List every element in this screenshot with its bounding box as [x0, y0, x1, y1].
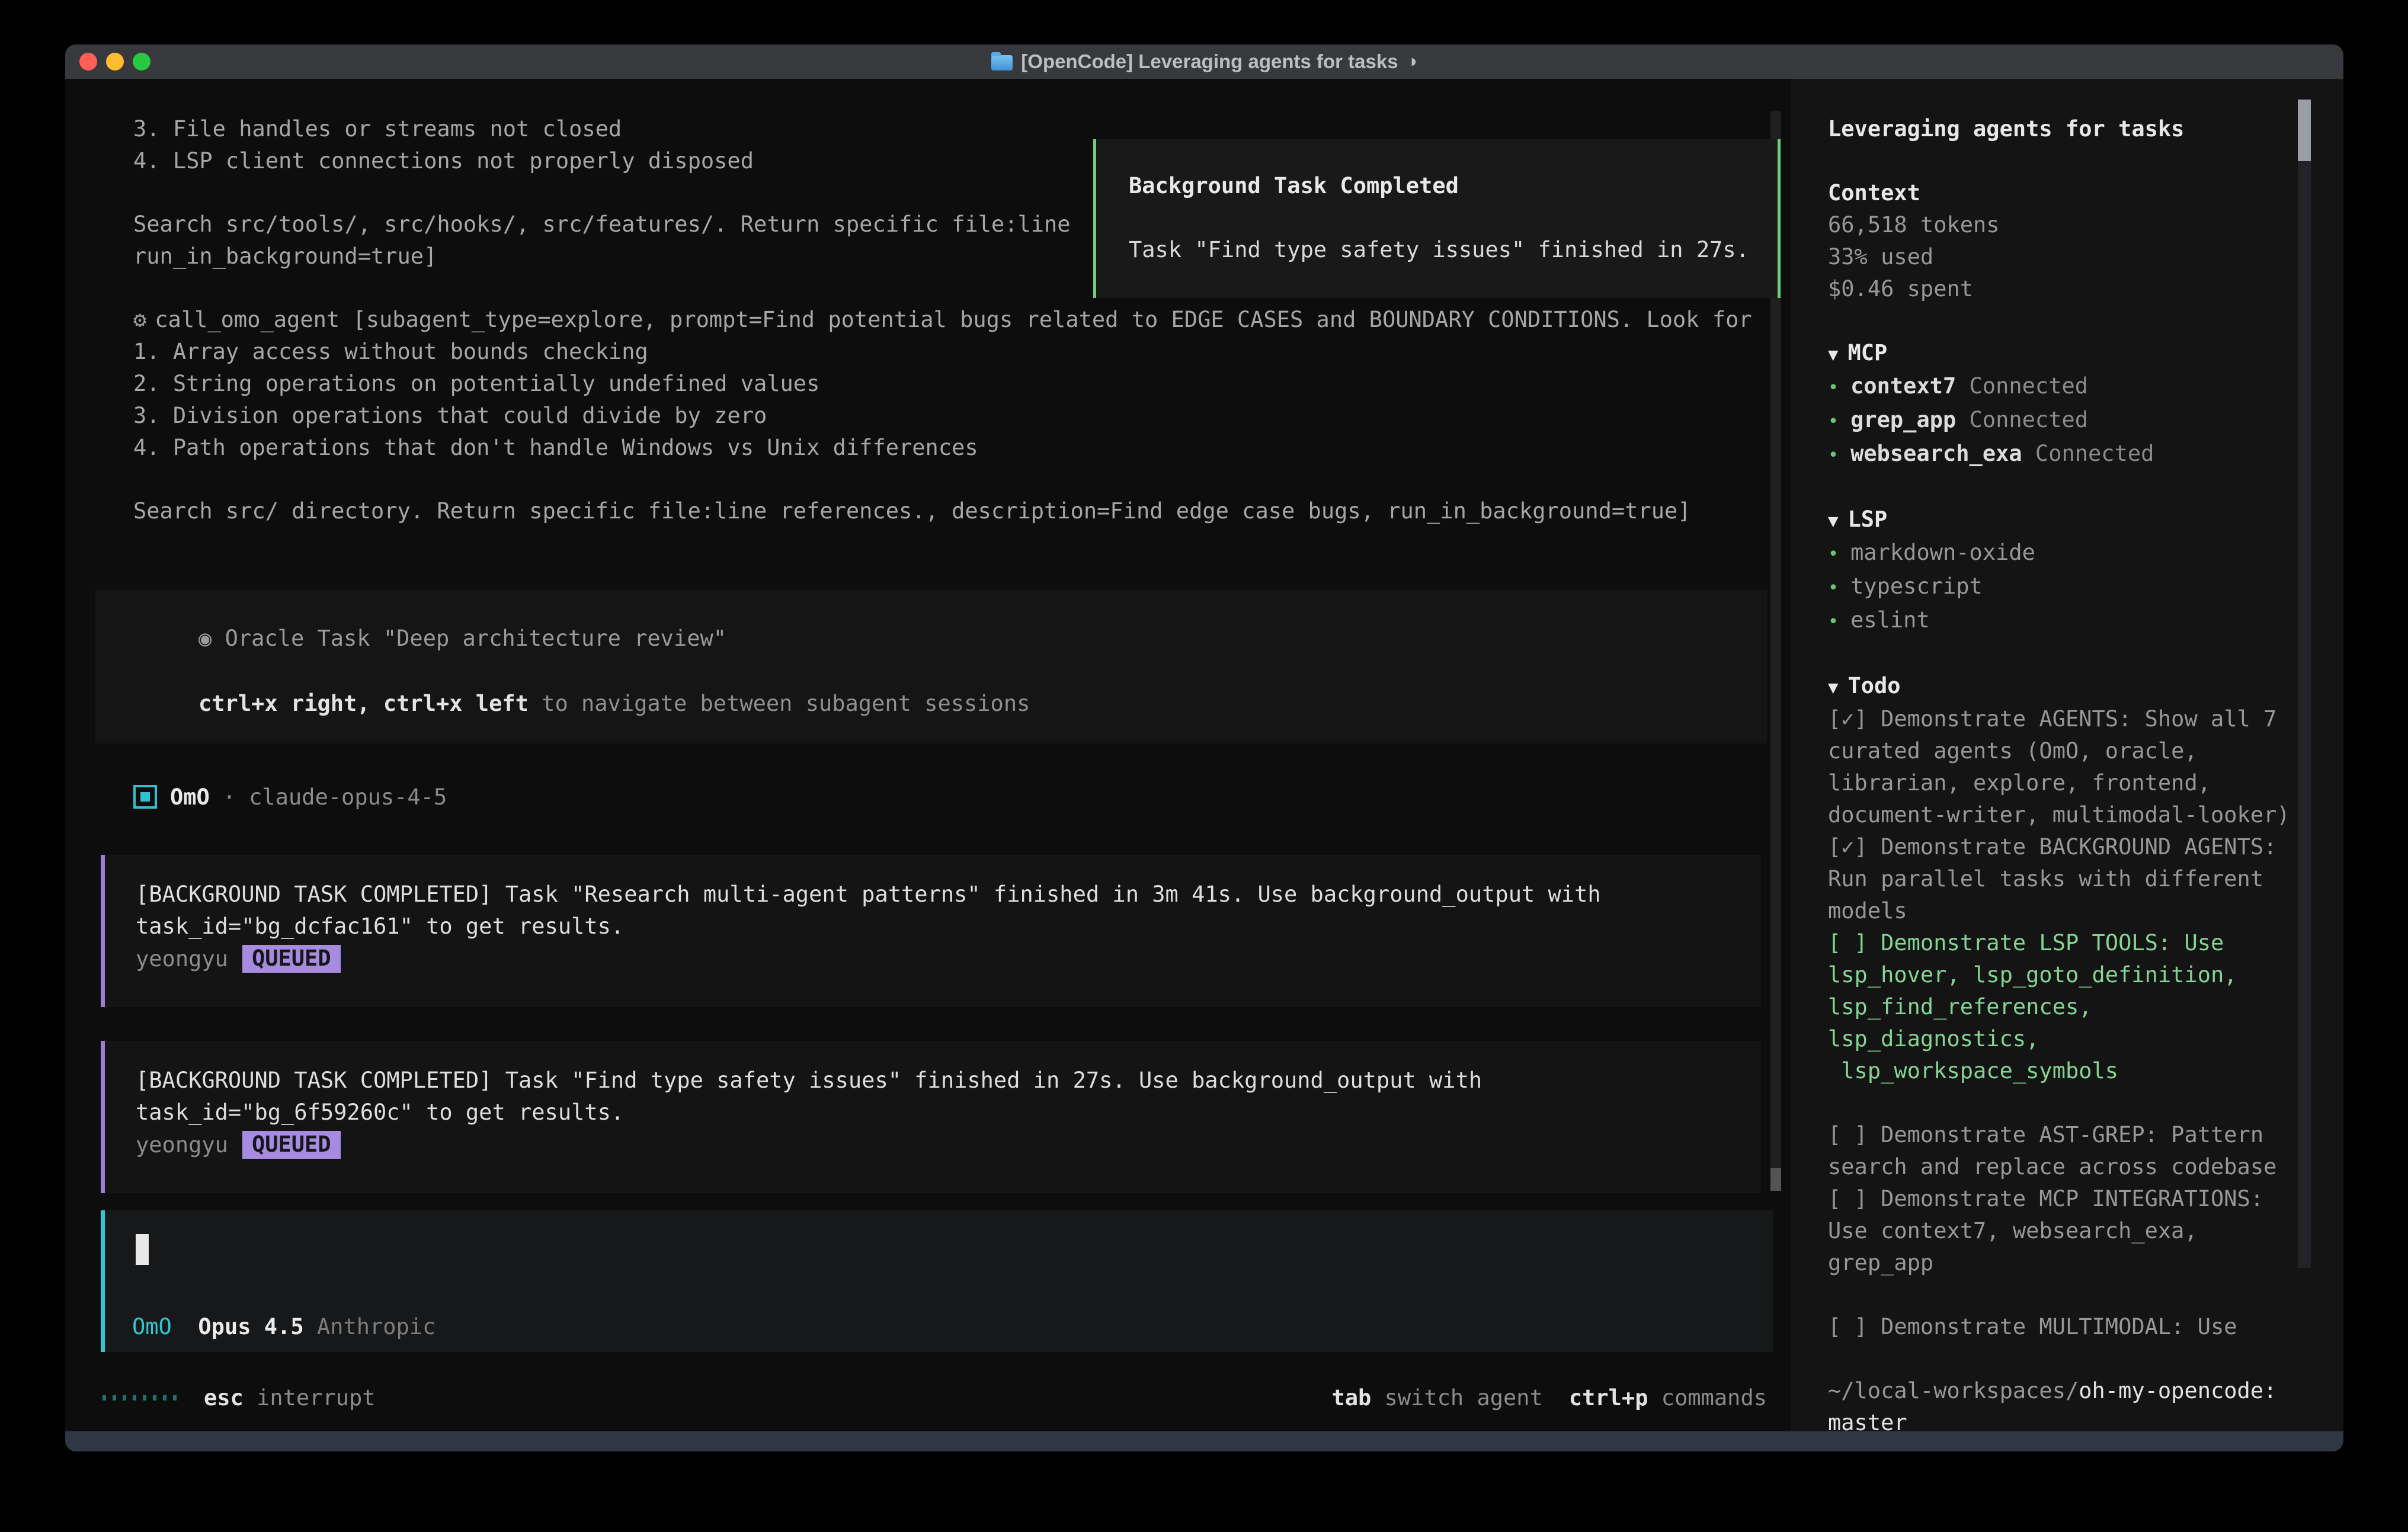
ctrlp-key-hint: ctrl+p	[1569, 1385, 1648, 1411]
todo-item-pending: [ ] Demonstrate MCP INTEGRATIONS: Use co…	[1828, 1183, 2315, 1279]
mcp-item: •context7 Connected	[1828, 370, 2315, 404]
todo-item-done: [✓] Demonstrate BACKGROUND AGENTS: Run p…	[1828, 831, 2315, 927]
tool-call-line: ⚙ call_omo_agent [subagent_type=explore, …	[133, 304, 1752, 336]
scrollback-line: 3. File handles or streams not closed	[133, 113, 622, 145]
tool-call-arg-line: Search src/ directory. Return specific f…	[133, 495, 1691, 527]
input-agent-name: OmO	[132, 1314, 172, 1339]
tool-call-arg-line: 2. String operations on potentially unde…	[133, 368, 819, 400]
background-task-toast: Background Task Completed Task "Find typ…	[1093, 139, 1781, 298]
esc-key-label: interrupt	[244, 1385, 376, 1411]
folder-icon	[991, 55, 1013, 70]
fisheye-icon: ◉	[198, 626, 212, 651]
message-author: yeongyu	[136, 1132, 228, 1158]
oracle-task-title: ◉ Oracle Task "Deep architecture review"	[198, 623, 726, 655]
message-line: [BACKGROUND TASK COMPLETED] Task "Resear…	[136, 879, 1601, 911]
tool-call-text: call_omo_agent [subagent_type=explore, p…	[155, 307, 1751, 332]
context-used: 33% used	[1828, 241, 2315, 273]
separator: ·	[223, 784, 236, 810]
tab-key-label: switch agent	[1371, 1385, 1543, 1411]
agent-name: OmO	[170, 784, 210, 810]
sidebar-scrollbar-thumb[interactable]	[2298, 100, 2311, 161]
scrollback-line: Search src/tools/, src/hooks/, src/featu…	[133, 209, 1071, 241]
window-bottom-bar	[65, 1431, 2343, 1451]
model-row: OmO Opus 4.5 Anthropic	[132, 1311, 436, 1343]
gear-icon: ⚙	[133, 307, 146, 332]
context-tokens: 66,518 tokens	[1828, 209, 2315, 241]
session-title: Leveraging agents for tasks	[1828, 113, 2315, 145]
status-bar-right: tab switch agent ctrl+p commands	[1331, 1385, 1767, 1411]
lsp-item: •eslint	[1828, 604, 2315, 638]
window-title-text: [OpenCode] Leveraging agents for tasks	[1021, 50, 1398, 73]
text-cursor	[136, 1234, 149, 1265]
terminal-main: 3. File handles or streams not closed 4.…	[65, 79, 1791, 1431]
lsp-item: •typescript	[1828, 571, 2315, 604]
todo-item-pending: [ ] Demonstrate AST-GREP: Pattern search…	[1828, 1119, 2315, 1183]
mcp-section-header[interactable]: ▼MCP	[1828, 337, 2315, 370]
status-dot-icon: •	[1828, 377, 1839, 398]
scrollback-line: run_in_background=true]	[133, 241, 437, 273]
toast-title: Background Task Completed	[1129, 170, 1459, 202]
hint-keys: ctrl+x right, ctrl+x left	[198, 691, 529, 716]
chat-message: [BACKGROUND TASK COMPLETED] Task "Resear…	[101, 855, 1761, 1007]
mcp-item: •grep_app Connected	[1828, 404, 2315, 438]
status-dot-icon: •	[1828, 544, 1839, 565]
status-dot-icon: •	[1828, 578, 1839, 598]
tool-call-arg-line: 4. Path operations that don't handle Win…	[133, 432, 978, 464]
status-dot-icon: •	[1828, 445, 1839, 466]
mcp-item: •websearch_exa Connected	[1828, 438, 2315, 472]
lsp-item: •markdown-oxide	[1828, 537, 2315, 571]
esc-key-hint: esc	[204, 1385, 244, 1411]
status-bar: esc interrupt tab switch agent ctrl+p co…	[103, 1382, 1767, 1414]
tab-key-hint: tab	[1331, 1385, 1371, 1411]
terminal-window: [OpenCode] Leveraging agents for tasks ◑…	[65, 44, 2343, 1451]
ctrlp-key-label: commands	[1648, 1385, 1767, 1411]
message-line: task_id="bg_dcfac161" to get results.	[136, 911, 624, 943]
titlebar: [OpenCode] Leveraging agents for tasks ◑	[65, 44, 2343, 79]
subagent-nav-hint: ctrl+x right, ctrl+x left to navigate be…	[198, 688, 1030, 720]
chevron-down-icon: ▼	[1828, 677, 1838, 697]
lsp-section-header[interactable]: ▼LSP	[1828, 504, 2315, 537]
chat-scrollbar-thumb[interactable]	[1770, 1168, 1781, 1191]
scrollback-line: 4. LSP client connections not properly d…	[133, 145, 754, 177]
context-header: Context	[1828, 177, 2315, 209]
agent-header: OmO · claude-opus-4-5	[133, 781, 447, 813]
input-model-name: Opus 4.5	[198, 1314, 303, 1339]
status-dot-icon: •	[1828, 611, 1839, 632]
spinner-dots-icon	[103, 1395, 177, 1400]
tool-call-arg-line: 1. Array access without bounds checking	[133, 336, 648, 368]
todo-item-pending: [ ] Demonstrate MULTIMODAL: Use	[1828, 1311, 2315, 1343]
todo-section-header[interactable]: ▼Todo	[1828, 670, 2315, 703]
status-badge: QUEUED	[242, 945, 341, 973]
status-dot-icon: •	[1828, 411, 1839, 432]
chevron-down-icon: ▼	[1828, 511, 1838, 531]
tool-call-arg-line: 3. Division operations that could divide…	[133, 400, 767, 432]
minimize-button[interactable]	[106, 53, 124, 70]
todo-item-done: [✓] Demonstrate AGENTS: Show all 7 curat…	[1828, 703, 2315, 831]
workspace-branch: master	[1828, 1407, 2315, 1431]
prompt-input[interactable]: OmO Opus 4.5 Anthropic	[101, 1210, 1773, 1352]
activity-indicator-icon: ◑	[1407, 52, 1417, 72]
workspace-path: ~/local-workspaces/oh-my-opencode:	[1828, 1375, 2315, 1407]
toast-body: Task "Find type safety issues" finished …	[1129, 234, 1749, 266]
chat-message: [BACKGROUND TASK COMPLETED] Task "Find t…	[101, 1041, 1761, 1193]
agent-model: claude-opus-4-5	[249, 784, 447, 810]
oracle-task-box: ◉ Oracle Task "Deep architecture review"…	[95, 590, 1767, 743]
hint-text: to navigate between subagent sessions	[529, 691, 1030, 716]
input-provider-name: Anthropic	[317, 1314, 436, 1339]
sidebar-scrollbar[interactable]	[2298, 100, 2311, 1268]
chevron-down-icon: ▼	[1828, 344, 1838, 364]
status-badge: QUEUED	[242, 1131, 341, 1159]
sidebar: Leveraging agents for tasks Context 66,5…	[1791, 79, 2343, 1431]
traffic-lights	[79, 44, 150, 79]
zoom-button[interactable]	[133, 53, 150, 70]
agent-square-icon	[133, 785, 157, 809]
context-spent: $0.46 spent	[1828, 273, 2315, 305]
todo-item-active: [ ] Demonstrate LSP TOOLS: Use lsp_hover…	[1828, 927, 2315, 1087]
message-author: yeongyu	[136, 946, 228, 972]
message-line: [BACKGROUND TASK COMPLETED] Task "Find t…	[136, 1065, 1482, 1097]
close-button[interactable]	[79, 53, 97, 70]
desktop: [OpenCode] Leveraging agents for tasks ◑…	[0, 0, 2408, 1532]
message-line: task_id="bg_6f59260c" to get results.	[136, 1097, 624, 1129]
window-title: [OpenCode] Leveraging agents for tasks ◑	[991, 50, 1417, 73]
